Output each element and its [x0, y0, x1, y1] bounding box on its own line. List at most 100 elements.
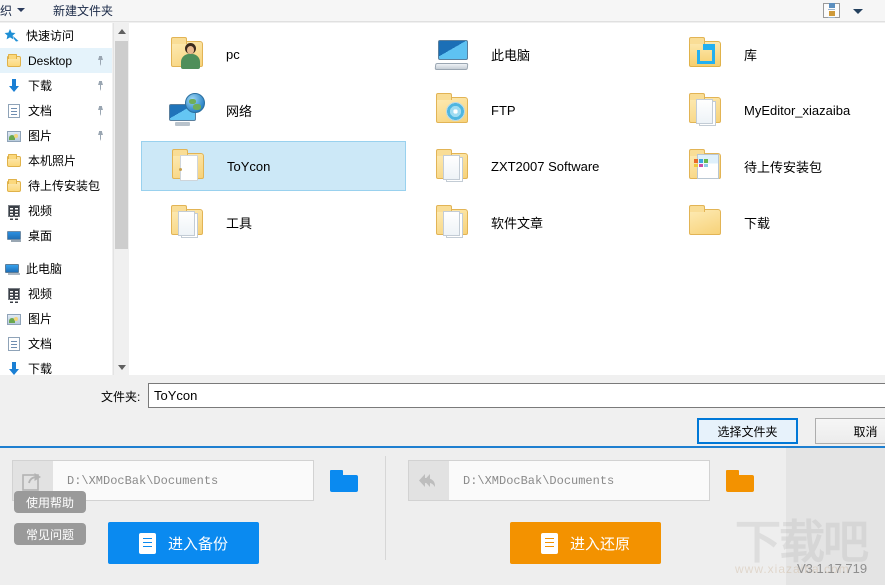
screen: 组织 新建文件夹 快速访问 Desktop 下载 [0, 0, 885, 585]
file-list[interactable]: pc 网络 ToYcon 工具 此电脑 FTP ZXT2007 Software… [129, 23, 885, 375]
sidebar-item-pc-downloads[interactable]: 下载 [0, 356, 112, 375]
folder-icon [685, 202, 727, 242]
file-item-tools[interactable]: 工具 [141, 197, 406, 247]
sidebar-item-pc-pictures[interactable]: 图片 [0, 306, 112, 331]
sidebar-item-downloads[interactable]: 下载 [0, 73, 112, 98]
folder-image-icon [685, 146, 727, 186]
folder-icon [6, 53, 22, 69]
backup-browse-button[interactable] [330, 470, 358, 492]
sidebar-item-label: 下载 [28, 362, 53, 375]
filename-label: 文件夹: [101, 390, 141, 404]
sidebar-item-pending-packages[interactable]: 待上传安装包 [0, 173, 112, 198]
chevron-up-icon[interactable] [114, 23, 129, 39]
file-item-pending-packages[interactable]: 待上传安装包 [659, 141, 885, 191]
cancel-button[interactable]: 取消 [815, 418, 885, 444]
library-folder-icon [685, 34, 727, 74]
sidebar-item-local-photos[interactable]: 本机照片 [0, 148, 112, 173]
video-icon [6, 203, 22, 220]
pin-icon[interactable] [96, 81, 105, 91]
sidebar-item-pc-videos[interactable]: 视频 [0, 281, 112, 306]
sidebar-item-desktop-cn[interactable]: 桌面 [0, 223, 112, 248]
app-panel: D:\XMDocBak\Documents 进入备份 D:\XMDocBak\D… [0, 446, 885, 585]
folder-icon [6, 178, 22, 194]
enter-restore-label: 进入还原 [569, 535, 630, 553]
file-item-label: ZXT2007 Software [491, 158, 600, 174]
sidebar-item-label: 本机照片 [28, 154, 77, 168]
file-item-toycon[interactable]: ToYcon [141, 141, 406, 191]
sidebar-group-this-pc[interactable]: 此电脑 [0, 256, 112, 281]
backup-section: D:\XMDocBak\Documents 进入备份 [0, 448, 385, 585]
file-item-label: MyEditor_xiazaiba [744, 102, 851, 118]
user-folder-icon [167, 34, 209, 74]
sidebar-item-label: 桌面 [28, 229, 53, 243]
network-icon [167, 90, 209, 130]
faq-button[interactable]: 常见问题 [14, 523, 86, 545]
chevron-down-icon[interactable] [114, 359, 129, 375]
sidebar-item-label: 下载 [28, 79, 53, 93]
star-pin-icon [4, 28, 20, 44]
restore-section: D:\XMDocBak\Documents [386, 448, 780, 585]
folder-documents-icon [432, 146, 474, 186]
sidebar-item-documents[interactable]: 文档 [0, 98, 112, 123]
document-icon [6, 103, 22, 119]
sidebar-item-desktop[interactable]: Desktop [0, 48, 112, 73]
navigation-pane[interactable]: 快速访问 Desktop 下载 文档 图片 本机照片 待上传安装包 视频 桌面 … [0, 23, 112, 375]
folder-documents-icon [685, 90, 727, 130]
file-item-library[interactable]: 库 [659, 29, 885, 79]
help-button[interactable]: 使用帮助 [14, 491, 86, 513]
sidebar-group-quick-access[interactable]: 快速访问 [0, 23, 112, 48]
file-item-pc[interactable]: pc [141, 29, 406, 79]
sidebar-item-pictures[interactable]: 图片 [0, 123, 112, 148]
restore-arrows-icon [409, 461, 449, 500]
view-list-icon[interactable] [823, 3, 840, 18]
pin-icon[interactable] [96, 131, 105, 141]
chevron-down-icon[interactable] [853, 9, 863, 14]
new-folder-button[interactable]: 新建文件夹 [53, 2, 113, 19]
sidebar-item-label: 待上传安装包 [28, 179, 101, 193]
picture-icon [6, 128, 22, 144]
restore-browse-button[interactable] [726, 470, 754, 492]
sidebar-item-label: 图片 [28, 312, 53, 326]
sidebar-group-label: 此电脑 [26, 262, 63, 276]
sidebar-group-label: 快速访问 [26, 29, 75, 43]
file-item-ftp[interactable]: FTP [406, 85, 671, 135]
sidebar-item-label: 文档 [28, 104, 53, 118]
file-item-label: ToYcon [227, 158, 271, 174]
sidebar-separator [0, 248, 112, 256]
file-item-label: 网络 [226, 103, 253, 119]
file-item-myeditor-xiazaiba[interactable]: MyEditor_xiazaiba [659, 85, 885, 135]
organize-menu[interactable]: 组织 [0, 2, 26, 19]
file-item-software-articles[interactable]: 软件文章 [406, 197, 671, 247]
sidebar-item-label: 视频 [28, 204, 53, 218]
video-icon [6, 286, 22, 303]
organize-label: 组织 [0, 4, 13, 18]
file-item-label: 工具 [226, 215, 253, 231]
filename-input[interactable] [148, 383, 885, 408]
dialog-button-row: 选择文件夹 取消 [0, 415, 885, 445]
pin-icon[interactable] [96, 56, 105, 66]
computer-icon [4, 261, 20, 277]
file-item-label: pc [226, 46, 240, 62]
scrollbar-thumb[interactable] [115, 41, 128, 249]
version-label: V3.1.17.719 [797, 561, 868, 576]
pin-icon[interactable] [96, 106, 105, 116]
sidebar-item-videos[interactable]: 视频 [0, 198, 112, 223]
sidebar-item-label: 视频 [28, 287, 53, 301]
restore-path-text: D:\XMDocBak\Documents [463, 473, 615, 488]
navigation-scrollbar[interactable] [113, 23, 128, 375]
sidebar-item-pc-documents[interactable]: 文档 [0, 331, 112, 356]
enter-backup-label: 进入备份 [167, 535, 228, 553]
computer-monitor-icon [432, 34, 474, 74]
enter-restore-button[interactable]: 进入还原 [510, 522, 661, 564]
restore-path-box[interactable]: D:\XMDocBak\Documents [408, 460, 710, 501]
file-item-zxt2007-software[interactable]: ZXT2007 Software [406, 141, 671, 191]
sidebar-item-label: 图片 [28, 129, 53, 143]
folder-icon [6, 153, 22, 169]
file-item-downloads[interactable]: 下载 [659, 197, 885, 247]
file-item-label: FTP [491, 102, 516, 118]
file-item-network[interactable]: 网络 [141, 85, 406, 135]
picture-icon [6, 311, 22, 327]
select-folder-button[interactable]: 选择文件夹 [697, 418, 798, 444]
enter-backup-button[interactable]: 进入备份 [108, 522, 259, 564]
file-item-this-pc[interactable]: 此电脑 [406, 29, 671, 79]
